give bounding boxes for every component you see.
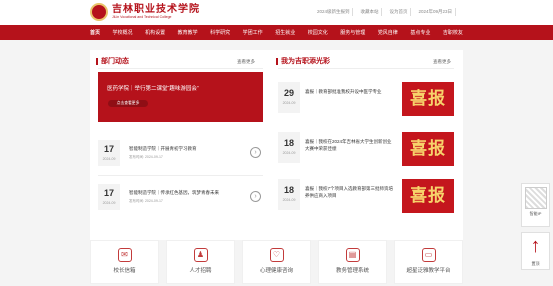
hero-title: 医药学院｜举行第二课堂“趣味游园会” xyxy=(107,86,199,92)
nav-item-overview[interactable]: 学校概况 xyxy=(113,29,133,36)
nav-item-service[interactable]: 服务与管理 xyxy=(340,29,365,36)
back-to-top-label: 置顶 xyxy=(531,261,540,266)
chevron-right-icon[interactable]: › xyxy=(250,191,261,202)
nav-item-research[interactable]: 科学研究 xyxy=(210,29,230,36)
top-link-favorite[interactable]: 收藏本站 xyxy=(357,8,383,16)
top-bar: 吉林职业技术学院 JiLin Vocational and Technical … xyxy=(0,0,553,25)
news-date-box: 17 2024-09 xyxy=(98,184,120,210)
news-month: 2024-09 xyxy=(102,157,116,161)
news-date-box: 17 2024-09 xyxy=(98,140,120,166)
arrow-up-icon: ↑ xyxy=(530,235,541,257)
news-item[interactable]: 17 2024-09 智能制造学院｜开展青初学习教育 发布时间: 2024-09… xyxy=(98,140,263,170)
nav-item-teaching[interactable]: 教育教学 xyxy=(178,29,198,36)
showcase-thumbnail[interactable]: 喜报 xyxy=(402,179,454,213)
news-title: 智能制造学院｜传承红色基因，筑梦青春未来 xyxy=(129,190,219,195)
service-recruitment[interactable]: ♟ 人才招聘 xyxy=(166,240,235,284)
showcase-thumbnail[interactable]: 喜报 xyxy=(402,132,454,166)
top-link-homepage[interactable]: 设为首页 xyxy=(386,8,412,16)
nav-item-culture[interactable]: 校园文化 xyxy=(308,29,328,36)
news-section-title: 部门动态 xyxy=(96,58,129,65)
service-label: 人才招聘 xyxy=(189,268,212,274)
showcase-section-title: 我为吉职添光彩 xyxy=(276,58,330,65)
heart-icon: ♡ xyxy=(269,248,284,262)
news-title: 智能制造学院｜开展青初学习教育 xyxy=(129,146,197,151)
showcase-day: 18 xyxy=(283,138,294,148)
news-hero-banner[interactable]: 医药学院｜举行第二课堂“趣味游园会” 点击查看更多 xyxy=(98,72,263,122)
showcase-month: 2024-09 xyxy=(282,198,296,202)
showcase-day: 29 xyxy=(283,88,294,98)
back-to-top-button[interactable]: ↑ 置顶 xyxy=(521,232,550,270)
floating-ip-label: 智能IP xyxy=(529,211,542,216)
school-name: 吉林职业技术学院 xyxy=(112,4,200,15)
qr-code-icon xyxy=(524,187,547,209)
service-academic-system[interactable]: ▤ 教务管理系统 xyxy=(318,240,387,284)
book-icon: ▤ xyxy=(345,248,360,262)
showcase-day: 18 xyxy=(283,185,294,195)
news-divider xyxy=(98,175,263,176)
showcase-date-box: 29 2024-09 xyxy=(278,82,300,113)
showcase-title: 喜报｜我校在2024年吉林省大学生创新创业大赛中荣获佳绩 xyxy=(305,139,392,151)
news-month: 2024-09 xyxy=(102,201,116,205)
nav-item-organization[interactable]: 机构设置 xyxy=(145,29,165,36)
service-counseling[interactable]: ♡ 心理健康咨询 xyxy=(242,240,311,284)
service-principal-mailbox[interactable]: ✉ 校长信箱 xyxy=(90,240,159,284)
showcase-item[interactable]: 18 2024-09 喜报｜我校7个项目入选教育部第三批师资培养供应商入项目 喜… xyxy=(278,179,454,215)
nav-item-admission[interactable]: 招生就业 xyxy=(275,29,295,36)
service-label: 校长信箱 xyxy=(113,268,136,274)
news-publish-date: 发布时间: 2024-09-17 xyxy=(129,199,163,203)
showcase-month: 2024-09 xyxy=(282,151,296,155)
person-icon: ♟ xyxy=(193,248,208,262)
showcase-divider xyxy=(278,68,454,69)
service-label: 教务管理系统 xyxy=(335,268,369,274)
school-name-en: JiLin Vocational and Technical College xyxy=(112,15,172,19)
school-seal-icon xyxy=(90,3,108,21)
news-day: 17 xyxy=(103,188,114,198)
service-teaching-platform[interactable]: ▭ 超星泛雅教学平台 xyxy=(394,240,463,284)
hero-more-button[interactable]: 点击查看更多 xyxy=(108,100,148,107)
showcase-title: 喜报｜我校7个项目入选教育部第三批师资培养供应商入项目 xyxy=(305,186,394,198)
main-nav: 首页 学校概况 机构设置 教育教学 科学研究 学团工作 招生就业 校园文化 服务… xyxy=(0,25,553,40)
showcase-title: 喜报｜教育部批准我校升设中医学专业 xyxy=(305,89,382,94)
showcase-date-box: 18 2024-09 xyxy=(278,132,300,163)
nav-item-home[interactable]: 首页 xyxy=(90,29,100,36)
nav-item-student-work[interactable]: 学团工作 xyxy=(243,29,263,36)
showcase-item[interactable]: 29 2024-09 喜报｜教育部批准我校升设中医学专业 喜报 xyxy=(278,82,454,118)
school-logo[interactable]: 吉林职业技术学院 JiLin Vocational and Technical … xyxy=(90,3,200,21)
news-day: 17 xyxy=(103,144,114,154)
news-item[interactable]: 17 2024-09 智能制造学院｜传承红色基因，筑梦青春未来 发布时间: 20… xyxy=(98,184,263,214)
nav-item-alumni[interactable]: 吉职校友 xyxy=(443,29,463,36)
showcase-month: 2024-09 xyxy=(282,101,296,105)
service-label: 心理健康咨询 xyxy=(259,268,293,274)
nav-item-majors[interactable]: 基点专业 xyxy=(410,29,430,36)
floating-ip-widget[interactable]: 智能IP xyxy=(521,183,550,227)
chevron-right-icon[interactable]: › xyxy=(250,147,261,158)
showcase-more-link[interactable]: 查看更多 xyxy=(433,59,451,65)
showcase-date-box: 18 2024-09 xyxy=(278,179,300,210)
nav-item-party[interactable]: 党风自律 xyxy=(378,29,398,36)
top-link-enrollment[interactable]: 2024级新生报到 xyxy=(314,8,354,16)
service-label: 超星泛雅教学平台 xyxy=(406,268,451,274)
news-publish-date: 发布时间: 2024-09-17 xyxy=(129,155,163,159)
showcase-item[interactable]: 18 2024-09 喜报｜我校在2024年吉林省大学生创新创业大赛中荣获佳绩 … xyxy=(278,132,454,168)
showcase-thumbnail[interactable]: 喜报 xyxy=(402,82,454,116)
news-more-link[interactable]: 查看更多 xyxy=(237,59,255,65)
mail-icon: ✉ xyxy=(117,248,132,262)
current-date: 2024年09月23日 xyxy=(415,8,456,16)
monitor-icon: ▭ xyxy=(421,248,436,262)
service-links: ✉ 校长信箱 ♟ 人才招聘 ♡ 心理健康咨询 ▤ 教务管理系统 ▭ 超星泛雅教学… xyxy=(90,240,463,286)
top-links: 2024级新生报到 收藏本站 设为首页 2024年09月23日 xyxy=(314,8,456,16)
news-divider xyxy=(98,68,263,69)
